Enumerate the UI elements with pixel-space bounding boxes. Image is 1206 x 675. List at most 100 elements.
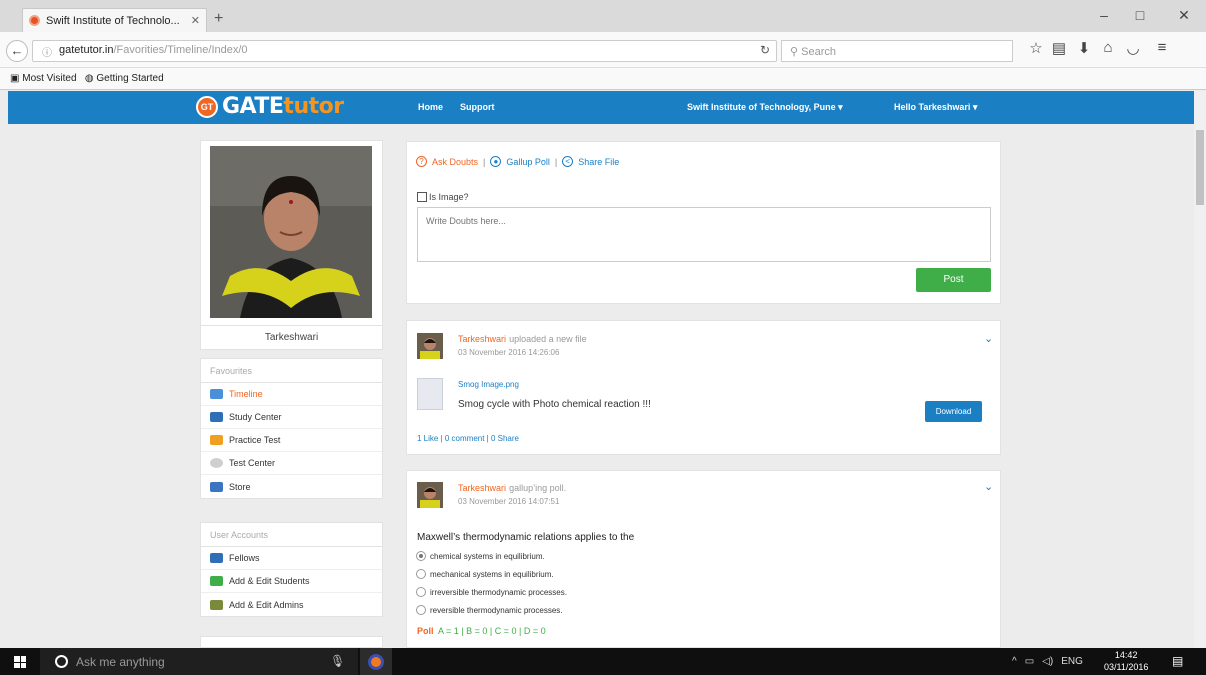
sidebar-item-store[interactable]: Store bbox=[201, 475, 382, 498]
site-header bbox=[8, 91, 1194, 124]
user-dropdown[interactable]: Hello Tarkeshwari ▾ bbox=[894, 102, 977, 113]
address-bar[interactable]: gatetutor.in/Favorities/Timeline/Index/0 bbox=[32, 40, 777, 62]
back-button[interactable]: ← bbox=[6, 40, 28, 62]
new-tab-button[interactable]: + bbox=[214, 10, 223, 28]
post-author[interactable]: Tarkeshwari bbox=[458, 483, 506, 493]
doubt-textarea[interactable] bbox=[417, 207, 991, 262]
sidebar-item-practice-test[interactable]: Practice Test bbox=[201, 429, 382, 452]
sidebar-item-timeline[interactable]: Timeline bbox=[201, 383, 382, 406]
gt-badge-icon: GT bbox=[196, 95, 218, 118]
poll-icon: ● bbox=[490, 156, 502, 167]
avatar[interactable] bbox=[417, 482, 443, 508]
is-image-checkbox[interactable]: Is Image? bbox=[417, 192, 469, 202]
nav-home[interactable]: Home bbox=[418, 102, 443, 112]
poll-results: Poll A = 1 | B = 0 | C = 0 | D = 0 bbox=[417, 626, 546, 636]
poll-option-label: reversible thermodynamic processes. bbox=[430, 605, 563, 615]
close-window-button[interactable]: ✕ bbox=[1174, 7, 1194, 24]
close-tab-icon[interactable]: ✕ bbox=[191, 14, 200, 27]
post-button[interactable]: Post bbox=[916, 268, 991, 292]
clock-time: 14:42 bbox=[1114, 650, 1138, 660]
add-user-icon bbox=[210, 576, 223, 586]
poll-option-label: irreversible thermodynamic processes. bbox=[430, 587, 567, 597]
sidebar-item-label: Add & Edit Admins bbox=[229, 599, 304, 610]
clock-icon bbox=[210, 458, 223, 468]
most-visited-bookmark[interactable]: ▣ Most Visited bbox=[10, 73, 77, 84]
chevron-up-icon[interactable]: ^ bbox=[1012, 656, 1017, 667]
menu-icon[interactable]: ≡ bbox=[1152, 39, 1172, 56]
cortana-search[interactable]: Ask me anything bbox=[40, 648, 358, 675]
poll-option-label: chemical systems in equilibrium. bbox=[430, 551, 545, 561]
reading-list-icon[interactable]: ▤ bbox=[1049, 39, 1069, 57]
institute-dropdown[interactable]: Swift Institute of Technology, Pune ▾ bbox=[687, 102, 843, 113]
download-button[interactable]: Download bbox=[925, 401, 982, 422]
bookmark-star-icon[interactable]: ☆ bbox=[1026, 39, 1046, 57]
poll-option[interactable]: mechanical systems in equilibrium. bbox=[416, 569, 554, 579]
nav-support[interactable]: Support bbox=[460, 102, 495, 112]
sidebar-item-add-admins[interactable]: Add & Edit Admins bbox=[201, 593, 382, 616]
poll-option[interactable]: reversible thermodynamic processes. bbox=[416, 605, 563, 615]
avatar[interactable] bbox=[417, 333, 443, 359]
url-path: /Favorities/Timeline/Index/0 bbox=[113, 44, 248, 56]
gatetutor-logo[interactable]: GT GATEtutor bbox=[196, 94, 344, 119]
windows-start-icon[interactable] bbox=[14, 656, 26, 668]
sidebar-item-study-center[interactable]: Study Center bbox=[201, 406, 382, 429]
taskbar-clock[interactable]: 14:42 03/11/2016 bbox=[1104, 649, 1148, 673]
sidebar-item-label: Timeline bbox=[229, 389, 263, 399]
file-name-link[interactable]: Smog Image.png bbox=[458, 380, 519, 389]
home-icon[interactable]: ⌂ bbox=[1098, 39, 1118, 56]
share-icon: < bbox=[562, 156, 574, 167]
sidebar-item-label: Practice Test bbox=[229, 435, 281, 445]
is-image-label: Is Image? bbox=[429, 192, 469, 202]
post-header: Tarkeshwari uploaded a new file bbox=[458, 333, 587, 345]
pocket-icon[interactable]: ◡ bbox=[1123, 39, 1143, 57]
scrollbar-thumb[interactable] bbox=[1196, 130, 1204, 205]
download-icon[interactable]: ⬇ bbox=[1074, 39, 1094, 57]
post-author[interactable]: Tarkeshwari bbox=[458, 334, 506, 344]
next-sidebar-box bbox=[200, 636, 383, 648]
notifications-icon[interactable]: ▤ bbox=[1172, 654, 1183, 668]
microphone-icon[interactable]: 🎙 bbox=[330, 654, 345, 668]
poll-option[interactable]: chemical systems in equilibrium. bbox=[416, 551, 545, 561]
volume-icon[interactable]: ◁) bbox=[1042, 656, 1053, 667]
browser-tab[interactable]: Swift Institute of Technolo... ✕ bbox=[22, 8, 207, 32]
chevron-down-icon[interactable]: ⌄ bbox=[984, 480, 993, 493]
site-info-icon[interactable]: ⓘ bbox=[42, 44, 52, 59]
maximize-button[interactable]: □ bbox=[1130, 7, 1150, 23]
bookmark-label: Getting Started bbox=[96, 73, 164, 84]
file-icon bbox=[417, 378, 443, 410]
sidebar-item-label: Fellows bbox=[229, 553, 260, 563]
firefox-taskbar-icon[interactable] bbox=[360, 648, 392, 675]
user-accounts-heading: User Accounts bbox=[201, 523, 382, 547]
poll-option[interactable]: irreversible thermodynamic processes. bbox=[416, 587, 567, 597]
favourites-heading: Favourites bbox=[201, 359, 382, 383]
radio-button[interactable] bbox=[416, 569, 426, 579]
language-indicator[interactable]: ENG bbox=[1061, 656, 1083, 667]
post-stats[interactable]: 1 Like | 0 comment | 0 Share bbox=[417, 434, 519, 443]
minimize-button[interactable]: ‒ bbox=[1094, 7, 1114, 23]
logo-text: GATEtutor bbox=[222, 94, 344, 119]
network-icon[interactable]: ▭ bbox=[1025, 656, 1034, 667]
firefox-favicon-icon bbox=[29, 15, 40, 26]
radio-button[interactable] bbox=[416, 605, 426, 615]
post-header: Tarkeshwari gallup’ing poll. bbox=[458, 482, 566, 494]
radio-button[interactable] bbox=[416, 587, 426, 597]
sidebar-item-test-center[interactable]: Test Center bbox=[201, 452, 382, 475]
tab-gallup-poll[interactable]: Gallup Poll bbox=[506, 157, 550, 167]
cortana-icon bbox=[55, 655, 68, 668]
radio-button[interactable] bbox=[416, 551, 426, 561]
sidebar-item-add-students[interactable]: Add & Edit Students bbox=[201, 570, 382, 593]
group-icon bbox=[210, 553, 223, 563]
tab-ask-doubts[interactable]: Ask Doubts bbox=[432, 157, 478, 167]
post-action: uploaded a new file bbox=[509, 334, 587, 344]
profile-photo[interactable] bbox=[210, 146, 372, 318]
sidebar-item-fellows[interactable]: Fellows bbox=[201, 547, 382, 570]
reload-icon[interactable]: ↻ bbox=[760, 43, 770, 57]
tab-share-file[interactable]: Share File bbox=[578, 157, 619, 167]
store-icon bbox=[210, 481, 223, 492]
getting-started-bookmark[interactable]: ◍ Getting Started bbox=[85, 73, 164, 84]
chevron-down-icon[interactable]: ⌄ bbox=[984, 332, 993, 345]
checkbox-box[interactable] bbox=[417, 192, 427, 202]
browser-search-input[interactable]: ⚲ Search bbox=[781, 40, 1013, 62]
post-date: 03 November 2016 14:26:06 bbox=[458, 348, 560, 357]
notebook-icon bbox=[210, 435, 223, 445]
